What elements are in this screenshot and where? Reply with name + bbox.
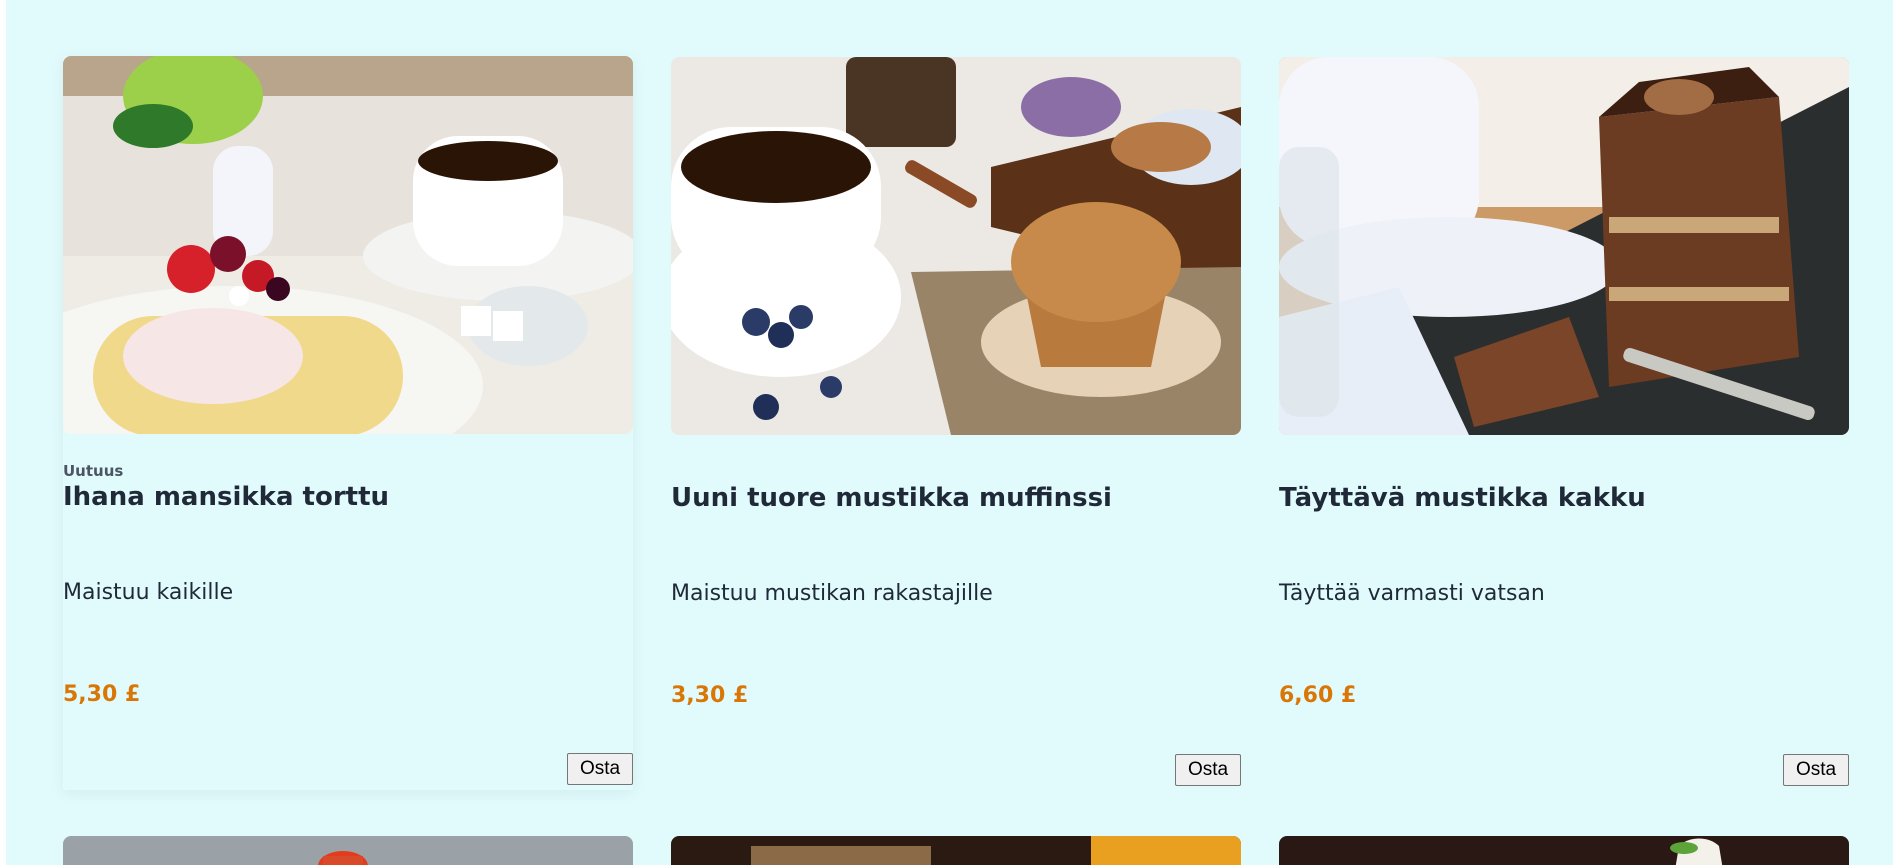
product-card: Täyttävä mustikka kakku Täyttää varmasti… (1279, 57, 1849, 791)
product-grid-page: Uutuus Ihana mansikka torttu Maistuu kai… (6, 0, 1893, 865)
product-image (63, 56, 633, 434)
product-title: Täyttävä mustikka kakku (1279, 483, 1646, 513)
product-description: Maistuu mustikan rakastajille (671, 581, 993, 606)
product-image (63, 836, 633, 865)
product-image (1279, 57, 1849, 435)
product-title: Ihana mansikka torttu (63, 482, 390, 512)
buy-button[interactable]: Osta (1783, 754, 1849, 786)
product-image (671, 836, 1241, 865)
product-image (1279, 836, 1849, 865)
new-badge: Uutuus (63, 462, 124, 480)
product-price: 3,30 £ (671, 683, 749, 708)
product-card: Uuni tuore mustikka muffinssi Maistuu mu… (671, 57, 1241, 791)
product-price: 6,60 £ (1279, 683, 1357, 708)
buy-button[interactable]: Osta (567, 753, 633, 785)
buy-button[interactable]: Osta (1175, 754, 1241, 786)
product-image (671, 57, 1241, 435)
product-description: Maistuu kaikille (63, 580, 234, 605)
product-price: 5,30 £ (63, 682, 141, 707)
product-card: Uutuus Ihana mansikka torttu Maistuu kai… (63, 56, 633, 790)
product-description: Täyttää varmasti vatsan (1279, 581, 1545, 606)
product-title: Uuni tuore mustikka muffinssi (671, 483, 1112, 513)
